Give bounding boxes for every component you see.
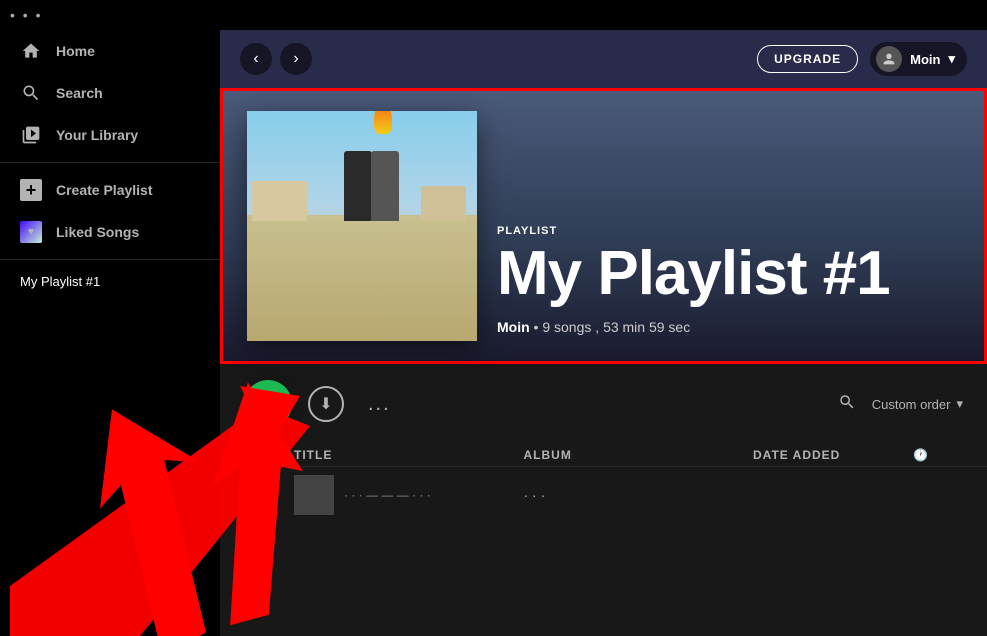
meta-separator-2: ,: [595, 319, 603, 335]
col-num: #: [244, 448, 294, 462]
row-num: 1: [244, 488, 294, 503]
art-building-left: [252, 181, 307, 221]
back-button[interactable]: ‹: [240, 43, 272, 75]
liked-songs-item[interactable]: ♥ Liked Songs: [0, 211, 220, 253]
playlist-hero: PLAYLIST My Playlist #1 Moin • 9 songs ,…: [220, 88, 987, 364]
table-row[interactable]: 1 · · · — — — · · · · · ·: [220, 467, 987, 523]
playlist-duration: 53 min 59 sec: [603, 319, 690, 335]
user-avatar: [876, 46, 902, 72]
nav-arrows: ‹ ›: [240, 43, 312, 75]
row-title: · · · — — — · · ·: [344, 488, 431, 502]
download-button[interactable]: ⬇: [308, 386, 344, 422]
album-art: [247, 111, 477, 341]
sidebar: Home Search Your Library + Create Playli…: [0, 30, 220, 636]
library-label: Your Library: [56, 127, 138, 143]
col-date-added: DATE ADDED: [753, 448, 913, 462]
home-icon: [20, 40, 42, 62]
user-name: Moin: [910, 52, 940, 67]
search-icon: [20, 82, 42, 104]
art-ground: [247, 215, 477, 342]
playlist-item-label: My Playlist #1: [20, 274, 100, 289]
playlist-owner: Moin: [497, 319, 530, 335]
sidebar-item-library[interactable]: Your Library: [0, 114, 220, 156]
art-building-right: [421, 186, 466, 221]
row-album: · · ·: [524, 487, 754, 503]
download-icon: ⬇: [319, 394, 332, 414]
playlist-meta: Moin • 9 songs , 53 min 59 sec: [497, 319, 890, 335]
user-menu-button[interactable]: Moin ▾: [870, 42, 967, 76]
window-dots: • • •: [10, 7, 42, 23]
forward-button[interactable]: ›: [280, 43, 312, 75]
search-label: Search: [56, 85, 103, 101]
sidebar-item-search[interactable]: Search: [0, 72, 220, 114]
liked-songs-label: Liked Songs: [56, 224, 139, 240]
playlist-type-label: PLAYLIST: [497, 225, 890, 237]
play-icon: [261, 394, 279, 414]
playlist-controls: ⬇ ... Custom order ▾: [220, 364, 987, 444]
playlist-title: My Playlist #1: [497, 243, 890, 305]
sidebar-divider: [0, 162, 220, 163]
content-area: ‹ › UPGRADE Moin ▾: [220, 30, 987, 636]
liked-songs-icon: ♥: [20, 221, 42, 243]
library-icon: [20, 124, 42, 146]
sort-label: Custom order: [872, 397, 951, 412]
more-options-button[interactable]: ...: [360, 389, 399, 420]
create-playlist-label: Create Playlist: [56, 182, 153, 198]
user-chevron: ▾: [948, 51, 955, 67]
create-playlist-item[interactable]: + Create Playlist: [0, 169, 220, 211]
art-figure1: [344, 151, 372, 221]
col-duration: 🕐: [913, 448, 963, 462]
art-fire: [374, 111, 392, 134]
search-button[interactable]: [838, 393, 856, 416]
sidebar-item-home[interactable]: Home: [0, 30, 220, 72]
home-label: Home: [56, 43, 95, 59]
sidebar-playlist-item[interactable]: My Playlist #1: [0, 266, 220, 297]
art-figure2: [371, 151, 399, 221]
upgrade-button[interactable]: UPGRADE: [757, 45, 858, 73]
col-title: TITLE: [294, 448, 524, 462]
sort-chevron: ▾: [956, 396, 963, 412]
sort-button[interactable]: Custom order ▾: [872, 396, 963, 412]
play-button[interactable]: [244, 380, 292, 428]
playlist-songs-count: 9 songs: [542, 319, 591, 335]
table-header: # TITLE ALBUM DATE ADDED 🕐: [220, 444, 987, 467]
content-header: ‹ › UPGRADE Moin ▾: [220, 30, 987, 88]
playlist-info: PLAYLIST My Playlist #1 Moin • 9 songs ,…: [497, 225, 890, 341]
table-body: 1 · · · — — — · · · · · ·: [220, 467, 987, 523]
row-title-cell: · · · — — — · · ·: [294, 475, 524, 515]
sidebar-divider-2: [0, 259, 220, 260]
col-album: ALBUM: [524, 448, 754, 462]
create-playlist-icon: +: [20, 179, 42, 201]
header-right: UPGRADE Moin ▾: [757, 42, 967, 76]
row-thumbnail: [294, 475, 334, 515]
